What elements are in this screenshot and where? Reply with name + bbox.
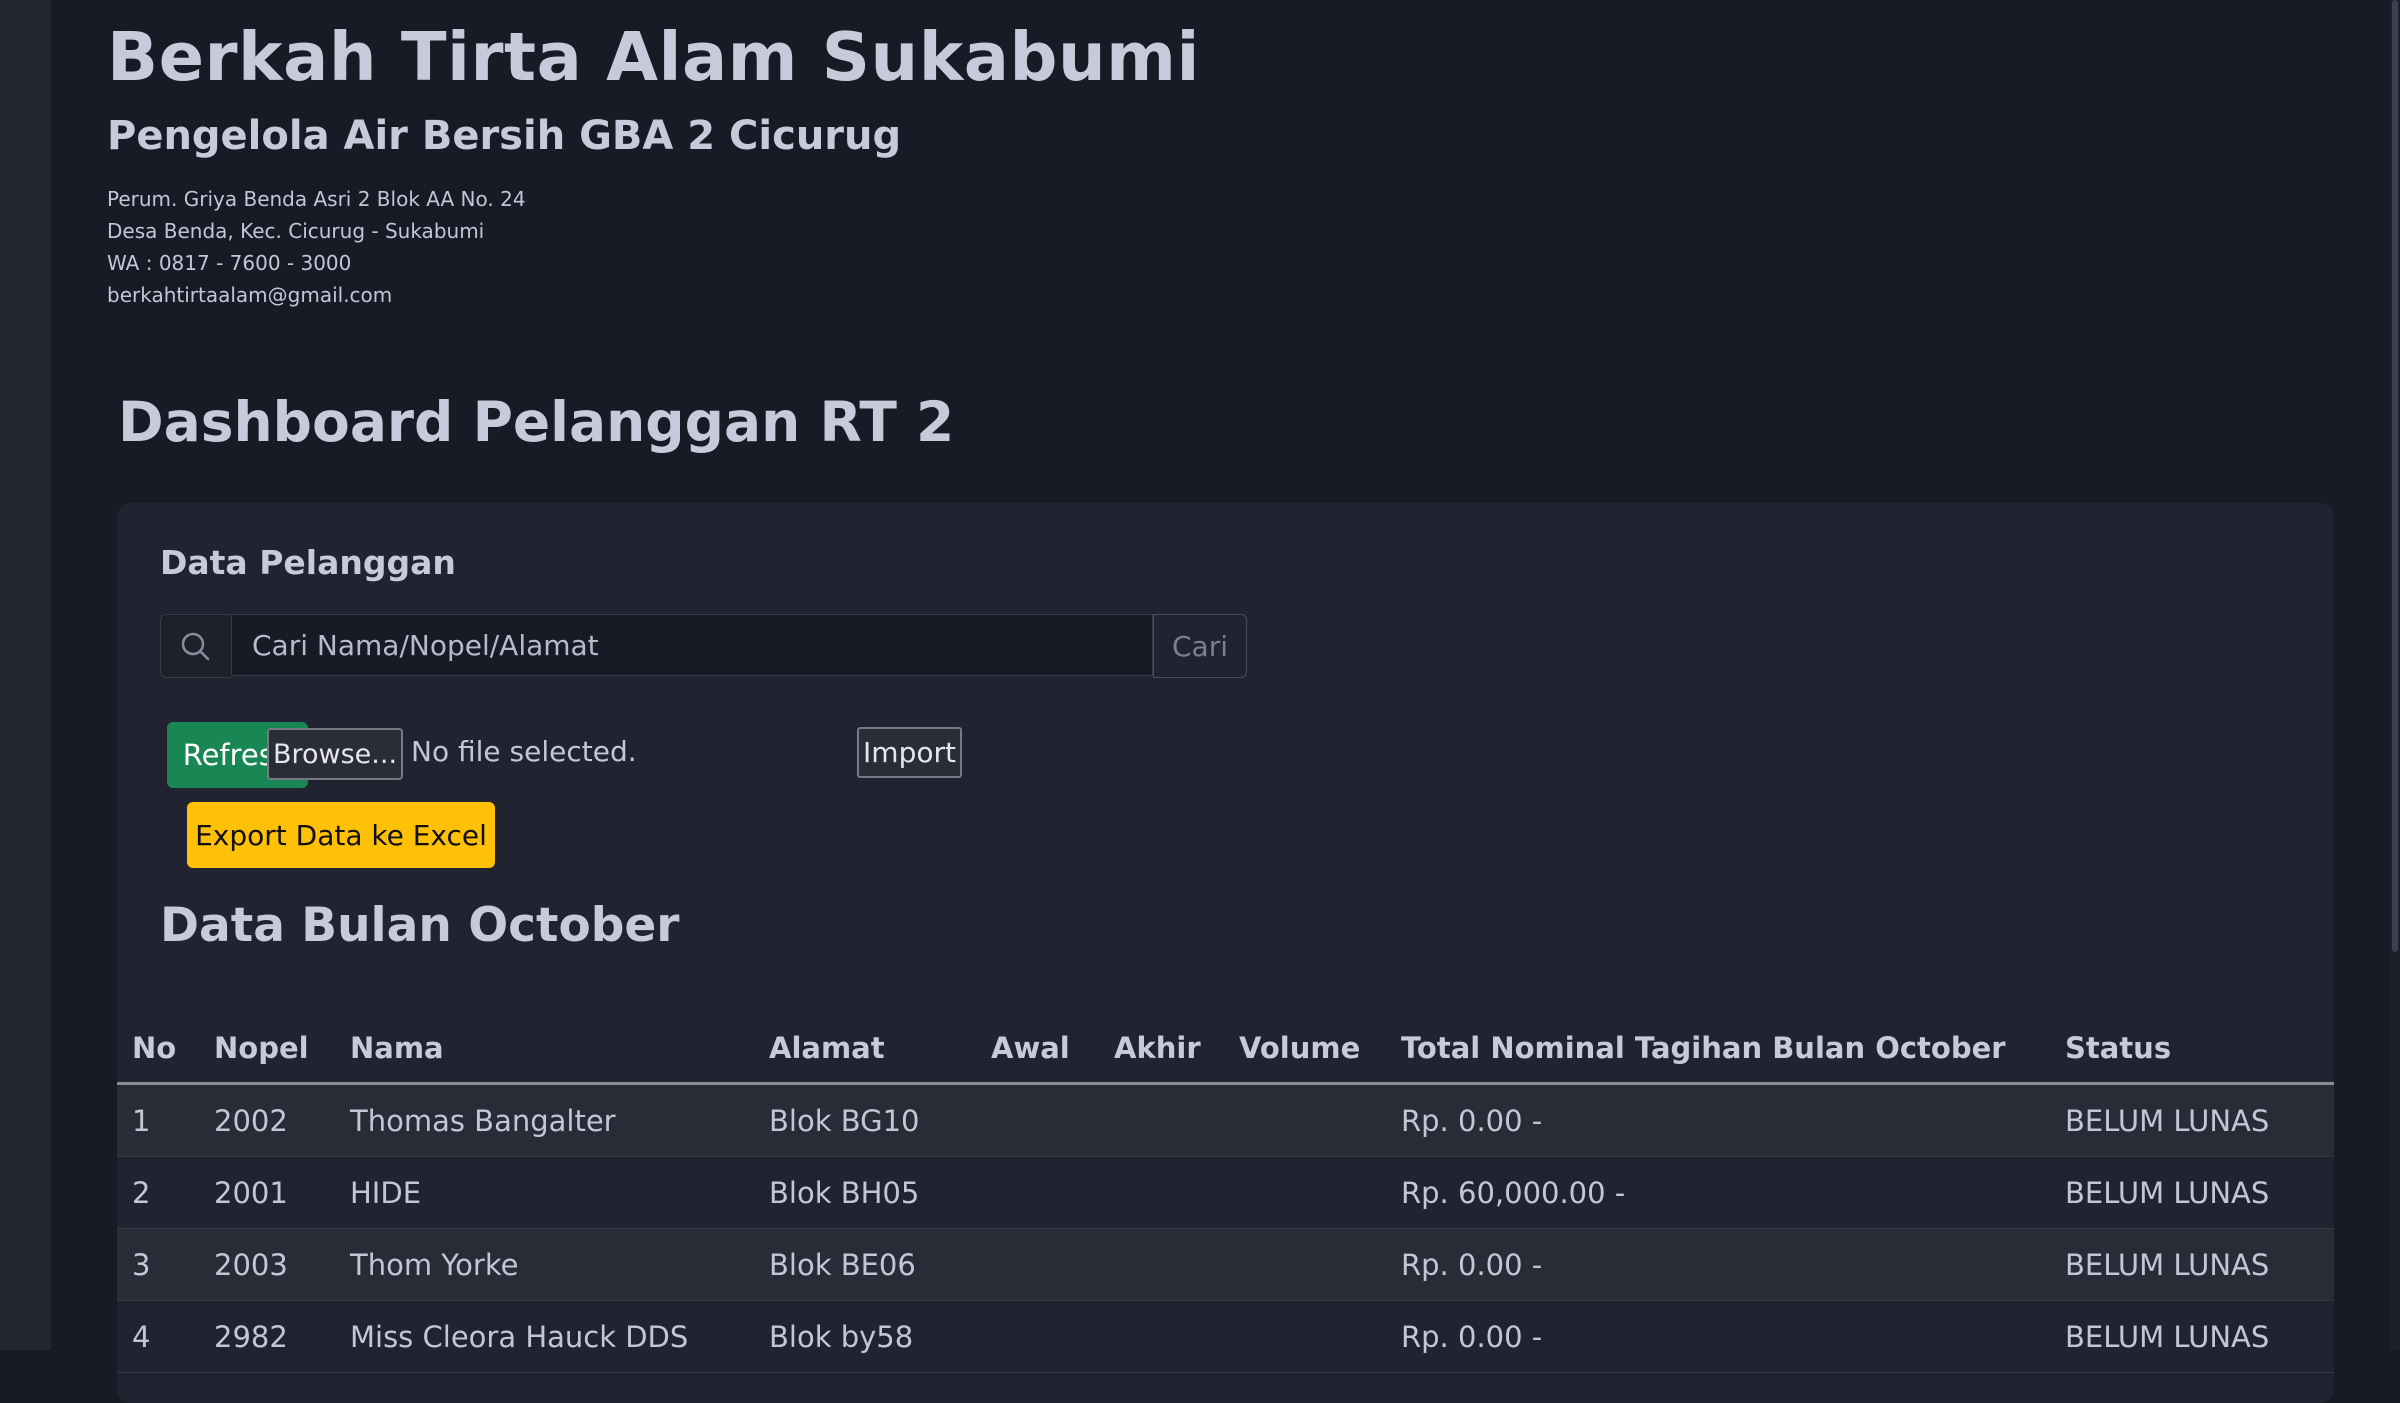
- table-row[interactable]: 4 2982 Miss Cleora Hauck DDS Blok by58 R…: [117, 1300, 2334, 1373]
- column-header-awal[interactable]: Awal: [991, 1014, 1114, 1085]
- import-button[interactable]: Import: [857, 727, 962, 778]
- cell-alamat: Blok BE06: [769, 1228, 991, 1301]
- customer-table: No Nopel Nama Alamat Awal Akhir Volume T…: [117, 1014, 2334, 1373]
- cell-total: Rp. 0.00 -: [1401, 1228, 2065, 1301]
- cell-status: BELUM LUNAS: [2065, 1228, 2334, 1301]
- cell-total: Rp. 0.00 -: [1401, 1300, 2065, 1373]
- cell-volume: [1239, 1300, 1401, 1373]
- column-header-status[interactable]: Status: [2065, 1014, 2334, 1085]
- cell-status: BELUM LUNAS: [2065, 1156, 2334, 1229]
- company-subtitle: Pengelola Air Bersih GBA 2 Cicurug: [107, 113, 902, 159]
- search-button[interactable]: Cari: [1153, 614, 1247, 678]
- address-line: Desa Benda, Kec. Cicurug - Sukabumi: [107, 219, 485, 243]
- cell-total: Rp. 60,000.00 -: [1401, 1156, 2065, 1229]
- cell-nama: Thomas Bangalter: [350, 1083, 769, 1157]
- cell-alamat: Blok BH05: [769, 1156, 991, 1229]
- card-title: Data Pelanggan: [160, 543, 456, 582]
- cell-akhir: [1114, 1228, 1239, 1301]
- search-group: Cari: [160, 614, 1247, 678]
- file-status: No file selected.: [411, 735, 637, 768]
- cell-volume: [1239, 1156, 1401, 1229]
- cell-nopel: 2003: [214, 1228, 350, 1301]
- table-row[interactable]: 1 2002 Thomas Bangalter Blok BG10 Rp. 0.…: [117, 1083, 2334, 1157]
- scrollbar-thumb[interactable]: [2392, 0, 2398, 952]
- cell-nopel: 2982: [214, 1300, 350, 1373]
- company-address: Perum. Griya Benda Asri 2 Blok AA No. 24…: [107, 183, 526, 311]
- customer-data-card: Data Pelanggan Cari Refresh Browse... No…: [117, 503, 2334, 1403]
- column-header-nopel[interactable]: Nopel: [214, 1014, 350, 1085]
- company-name: Berkah Tirta Alam Sukabumi: [107, 18, 1200, 96]
- cell-nama: HIDE: [350, 1156, 769, 1229]
- cell-no: 4: [117, 1300, 214, 1373]
- column-header-volume[interactable]: Volume: [1239, 1014, 1401, 1085]
- page-scrollbar[interactable]: [2390, 0, 2400, 1350]
- email-line: berkahtirtaalam@gmail.com: [107, 283, 393, 307]
- cell-status: BELUM LUNAS: [2065, 1083, 2334, 1157]
- table-row[interactable]: 2 2001 HIDE Blok BH05 Rp. 60,000.00 - BE…: [117, 1156, 2334, 1229]
- whatsapp-line: WA : 0817 - 7600 - 3000: [107, 251, 352, 275]
- cell-awal: [991, 1156, 1114, 1229]
- cell-total: Rp. 0.00 -: [1401, 1083, 2065, 1157]
- cell-awal: [991, 1300, 1114, 1373]
- cell-awal: [991, 1083, 1114, 1157]
- page-title: Dashboard Pelanggan RT 2: [118, 390, 955, 454]
- table-row[interactable]: 3 2003 Thom Yorke Blok BE06 Rp. 0.00 - B…: [117, 1228, 2334, 1301]
- column-header-total[interactable]: Total Nominal Tagihan Bulan October: [1401, 1014, 2065, 1085]
- cell-akhir: [1114, 1083, 1239, 1157]
- column-header-no[interactable]: No: [117, 1014, 214, 1085]
- cell-alamat: Blok by58: [769, 1300, 991, 1373]
- cell-no: 3: [117, 1228, 214, 1301]
- column-header-nama[interactable]: Nama: [350, 1014, 769, 1085]
- browse-file-button[interactable]: Browse...: [267, 728, 403, 780]
- month-title: Data Bulan October: [160, 898, 680, 953]
- cell-nopel: 2001: [214, 1156, 350, 1229]
- cell-status: BELUM LUNAS: [2065, 1300, 2334, 1373]
- search-icon: [160, 614, 231, 678]
- cell-no: 2: [117, 1156, 214, 1229]
- cell-volume: [1239, 1083, 1401, 1157]
- cell-nama: Thom Yorke: [350, 1228, 769, 1301]
- cell-akhir: [1114, 1156, 1239, 1229]
- cell-alamat: Blok BG10: [769, 1083, 991, 1157]
- page: Berkah Tirta Alam Sukabumi Pengelola Air…: [51, 0, 2400, 1403]
- column-header-akhir[interactable]: Akhir: [1114, 1014, 1239, 1085]
- export-excel-button[interactable]: Export Data ke Excel: [187, 802, 495, 868]
- cell-nopel: 2002: [214, 1083, 350, 1157]
- cell-volume: [1239, 1228, 1401, 1301]
- cell-no: 1: [117, 1083, 214, 1157]
- address-line: Perum. Griya Benda Asri 2 Blok AA No. 24: [107, 187, 526, 211]
- left-rail: [0, 0, 51, 1350]
- search-input[interactable]: [231, 614, 1153, 676]
- column-header-alamat[interactable]: Alamat: [769, 1014, 991, 1085]
- table-header-row: No Nopel Nama Alamat Awal Akhir Volume T…: [117, 1014, 2334, 1085]
- cell-akhir: [1114, 1300, 1239, 1373]
- cell-awal: [991, 1228, 1114, 1301]
- cell-nama: Miss Cleora Hauck DDS: [350, 1300, 769, 1373]
